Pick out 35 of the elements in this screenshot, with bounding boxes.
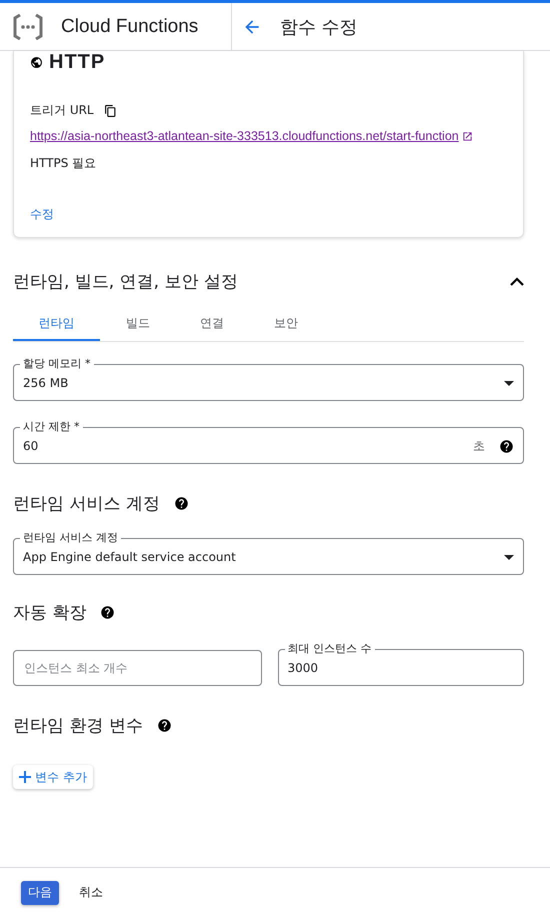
section-title: 런타임, 빌드, 연결, 보안 설정 xyxy=(13,271,238,293)
copy-icon[interactable] xyxy=(104,104,117,118)
max-instances-field[interactable]: 최대 인스턴스 수 3000 xyxy=(278,642,524,686)
https-required-text: HTTPS 필요 xyxy=(30,155,96,172)
page-title: 함수 수정 xyxy=(280,16,358,38)
dropdown-caret-icon xyxy=(504,554,514,560)
cancel-button[interactable]: 취소 xyxy=(79,884,103,901)
help-icon[interactable] xyxy=(156,718,172,733)
functions-logo-icon xyxy=(13,14,43,40)
min-instances-field[interactable]: 인스턴스 최소 개수 xyxy=(13,650,262,686)
trigger-type: HTTP xyxy=(49,51,106,74)
settings-tab[interactable]: 빌드 xyxy=(100,307,176,341)
section-heading: 런타임 환경 변수 xyxy=(13,715,143,737)
next-button[interactable]: 다음 xyxy=(21,880,59,904)
globe-icon xyxy=(30,56,43,69)
settings-tab[interactable]: 연결 xyxy=(176,307,248,341)
trigger-url-label: 트리거 URL xyxy=(30,102,94,119)
help-icon[interactable] xyxy=(100,605,116,620)
settings-tab[interactable]: 보안 xyxy=(248,307,324,341)
service-account-select[interactable]: 런타임 서비스 계정 App Engine default service account xyxy=(13,531,524,575)
section-heading: 런타임 서비스 계정 xyxy=(13,493,160,515)
edit-link[interactable]: 수정 xyxy=(30,206,54,223)
help-icon[interactable] xyxy=(499,438,514,454)
add-variable-button[interactable]: 변수 추가 xyxy=(13,765,93,789)
dropdown-caret-icon xyxy=(504,380,514,386)
section-heading: 자동 확장 xyxy=(13,602,86,624)
collapse-chevron-icon[interactable] xyxy=(510,277,524,286)
settings-tab[interactable]: 런타임 xyxy=(13,307,100,341)
timeout-field[interactable]: 시간 제한 * 60 초 xyxy=(13,420,524,464)
trigger-url-link[interactable]: https://asia-northeast3-atlantean-site-333513.cloudfunctions.net/start-function xyxy=(30,129,459,143)
memory-select[interactable]: 할당 메모리 * 256 MB xyxy=(13,357,524,401)
help-icon[interactable] xyxy=(174,496,189,511)
product-name: Cloud Functions xyxy=(61,16,198,38)
external-link-icon[interactable] xyxy=(462,130,473,142)
plus-icon xyxy=(19,771,31,783)
